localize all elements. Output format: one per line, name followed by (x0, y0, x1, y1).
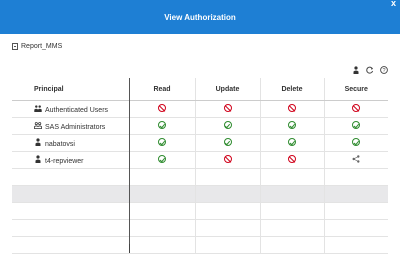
dialog-titlebar: View Authorization x (0, 0, 400, 34)
header-update[interactable]: Update (195, 78, 261, 101)
update-cell[interactable] (195, 134, 261, 152)
table-row[interactable]: SAS Administrators (12, 117, 388, 135)
principal-cell: SAS Administrators (12, 117, 130, 135)
table-header-row: Principal Read Update Delete Secure (12, 78, 388, 101)
grant-icon (158, 121, 166, 129)
dialog-title: View Authorization (164, 13, 236, 22)
read-cell[interactable] (129, 100, 196, 118)
read-cell[interactable] (129, 134, 196, 152)
principal-name: SAS Administrators (45, 123, 106, 131)
update-cell[interactable] (195, 100, 261, 118)
grant-icon (223, 121, 232, 129)
document-icon (12, 43, 18, 50)
deny-icon (158, 104, 166, 112)
refresh-icon[interactable] (366, 66, 374, 74)
table-row[interactable]: Authenticated Users (12, 100, 388, 118)
principal-cell: t4-repviewer (12, 151, 130, 169)
table-row[interactable]: nabatovsi (12, 134, 388, 152)
header-delete[interactable]: Delete (260, 78, 325, 101)
column-divider[interactable] (129, 78, 130, 244)
empty-row (12, 202, 388, 220)
update-cell[interactable] (195, 117, 261, 135)
deny-icon (288, 155, 296, 163)
grant-icon (352, 121, 361, 129)
deny-icon (288, 104, 296, 112)
update-cell[interactable] (195, 151, 261, 169)
user-icon (34, 138, 42, 148)
read-cell[interactable] (129, 117, 196, 135)
deny-icon (223, 104, 232, 112)
user-icon (34, 155, 42, 165)
delete-cell[interactable] (260, 117, 325, 135)
secure-cell[interactable] (324, 151, 388, 169)
empty-row (12, 236, 388, 254)
grant-icon (288, 138, 296, 146)
grant-icon (223, 138, 232, 146)
header-secure[interactable]: Secure (324, 78, 388, 101)
share-icon (352, 155, 360, 165)
grant-icon (158, 138, 166, 146)
table-row[interactable]: t4-repviewer (12, 151, 388, 169)
close-icon[interactable]: x (391, 0, 396, 9)
svg-text:?: ? (382, 68, 385, 74)
principal-name: nabatovsi (45, 141, 75, 148)
read-cell[interactable] (129, 151, 196, 169)
object-label: Report_MMS (12, 43, 62, 50)
toolbar: ? (352, 66, 388, 74)
header-read[interactable]: Read (129, 78, 196, 101)
empty-row-highlighted (12, 185, 388, 203)
secure-cell[interactable] (324, 100, 388, 118)
grant-icon (352, 138, 361, 146)
help-icon[interactable]: ? (380, 66, 388, 74)
delete-cell[interactable] (260, 151, 325, 169)
deny-icon (223, 155, 232, 163)
grant-icon (158, 155, 166, 163)
header-principal[interactable]: Principal (12, 78, 130, 101)
grant-icon (288, 121, 296, 129)
principal-cell: nabatovsi (12, 134, 130, 152)
secure-cell[interactable] (324, 117, 388, 135)
principal-cell: Authenticated Users (12, 100, 130, 118)
empty-row (12, 168, 388, 186)
empty-row (12, 219, 388, 237)
object-name: Report_MMS (21, 43, 63, 50)
principal-name: Authenticated Users (45, 106, 109, 114)
delete-cell[interactable] (260, 134, 325, 152)
group-icon (34, 104, 42, 114)
principal-name: t4-repviewer (45, 158, 84, 165)
authorization-table: Principal Read Update Delete Secure Auth… (12, 78, 388, 254)
deny-icon (352, 104, 361, 112)
delete-cell[interactable] (260, 100, 325, 118)
admin-group-icon (34, 121, 42, 131)
user-icon[interactable] (352, 66, 360, 74)
secure-cell[interactable] (324, 134, 388, 152)
